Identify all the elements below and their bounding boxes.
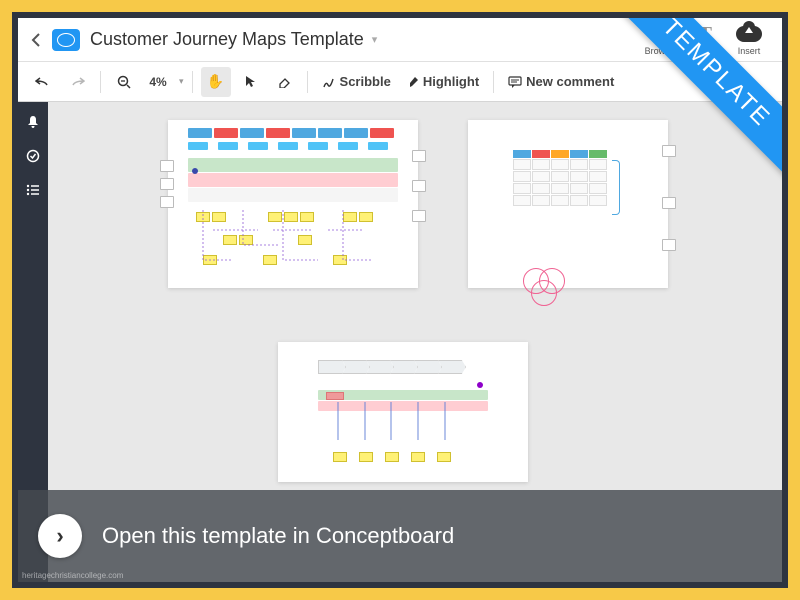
chevron-down-icon[interactable]: ▾: [372, 33, 378, 46]
toolbar: 4% ▾ ✋ Scribble Highlight New comme: [18, 62, 782, 102]
chevron-down-icon[interactable]: ▾: [179, 76, 184, 87]
separator: [307, 71, 308, 93]
zoom-level[interactable]: 4%: [143, 67, 173, 97]
separator: [493, 71, 494, 93]
template-board-3[interactable]: [278, 342, 528, 482]
outline-icon[interactable]: [23, 180, 43, 200]
brace-icon: [612, 160, 620, 215]
app-logo[interactable]: [52, 29, 80, 51]
comment-marker[interactable]: [160, 160, 174, 172]
watermark: heritagechristiancollege.com: [22, 571, 123, 580]
eraser-tool[interactable]: [269, 67, 299, 97]
template-board-1[interactable]: [168, 120, 418, 288]
comment-marker[interactable]: [160, 178, 174, 190]
chevron-left-icon: [31, 33, 41, 47]
zoom-out-icon: [117, 75, 131, 89]
comment-marker[interactable]: [160, 196, 174, 208]
approvals-icon[interactable]: [23, 146, 43, 166]
back-button[interactable]: [26, 30, 46, 50]
board-title[interactable]: Customer Journey Maps Template: [90, 29, 364, 50]
zoom-out-button[interactable]: [109, 67, 139, 97]
chevron-right-icon: ›: [56, 523, 63, 549]
undo-button[interactable]: [28, 67, 58, 97]
scribble-icon: [322, 75, 336, 89]
redo-button[interactable]: [62, 67, 92, 97]
notifications-icon[interactable]: [23, 112, 43, 132]
comment-marker[interactable]: [662, 239, 676, 251]
comment-marker[interactable]: [412, 210, 426, 222]
insert-action[interactable]: Insert: [736, 23, 762, 56]
open-template-overlay: › Open this template in Conceptboard: [18, 490, 782, 582]
comment-marker[interactable]: [662, 197, 676, 209]
highlight-tool[interactable]: Highlight: [401, 67, 485, 97]
marker-dot: [477, 382, 483, 388]
undo-icon: [35, 76, 51, 88]
hand-icon: ✋: [207, 73, 224, 90]
scribble-tool[interactable]: Scribble: [316, 67, 397, 97]
template-board-2[interactable]: [468, 120, 668, 288]
pointer-tool[interactable]: [235, 67, 265, 97]
pointer-icon: [244, 75, 256, 89]
highlight-icon: [407, 75, 419, 89]
redo-icon: [69, 76, 85, 88]
comment-marker[interactable]: [662, 145, 676, 157]
open-template-button[interactable]: ›: [38, 514, 82, 558]
overlay-label: Open this template in Conceptboard: [102, 523, 454, 549]
comment-icon: [508, 76, 522, 88]
comment-marker[interactable]: [412, 180, 426, 192]
pan-tool[interactable]: ✋: [201, 67, 231, 97]
eraser-icon: [277, 76, 291, 88]
separator: [100, 71, 101, 93]
cloud-upload-icon: [736, 23, 762, 45]
separator: [192, 71, 193, 93]
new-comment-button[interactable]: New comment: [502, 67, 620, 97]
logo-swirl-icon: [57, 33, 75, 47]
comment-marker[interactable]: [412, 150, 426, 162]
